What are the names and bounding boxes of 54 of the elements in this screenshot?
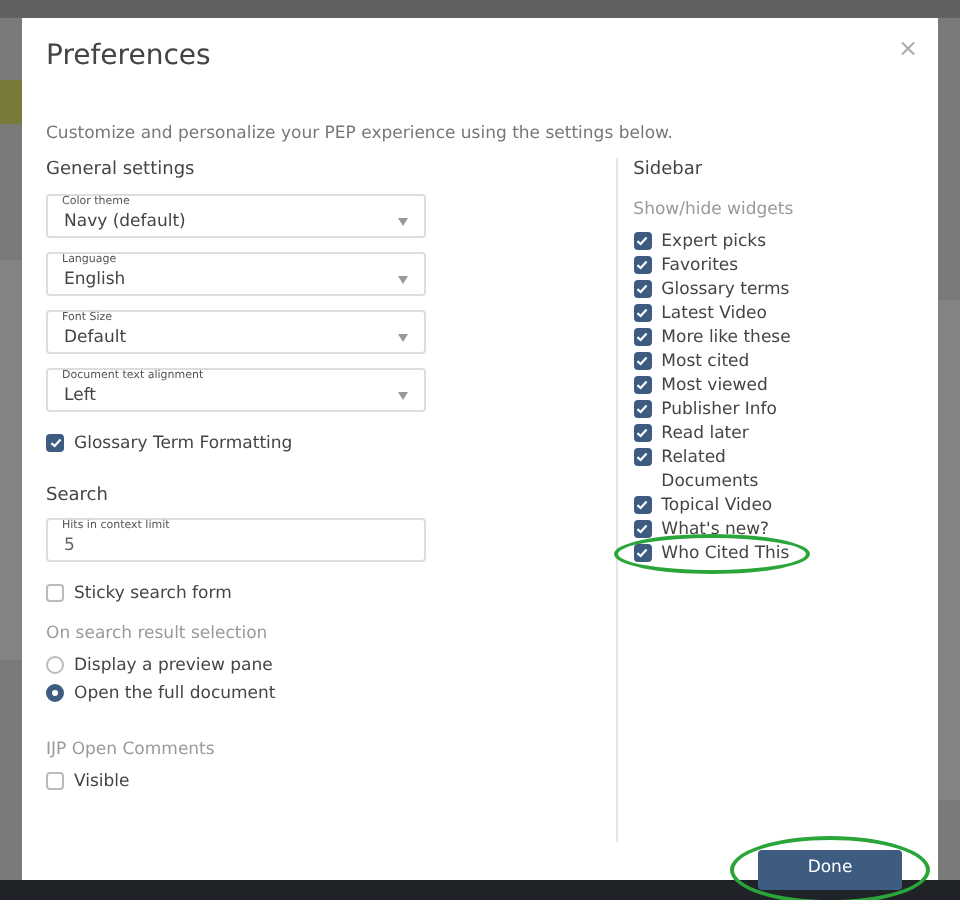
section-subheading: Show/hide widgets	[633, 197, 796, 221]
checkbox-label[interactable]: Expert picks	[661, 229, 767, 253]
checkbox[interactable]	[633, 520, 652, 538]
radio-button[interactable]	[46, 656, 64, 674]
checkbox[interactable]	[633, 352, 652, 370]
checkbox[interactable]	[46, 434, 64, 452]
checkbox-label[interactable]: Read later	[661, 421, 749, 445]
section-subheading: IJP Open Comments	[46, 737, 217, 761]
section-heading: General settings	[46, 157, 197, 181]
dialog-description: Customize and personalize your PEP experience using the settings below.	[46, 121, 675, 145]
checkbox[interactable]	[633, 256, 652, 274]
select-value: Navy (default)	[64, 210, 186, 234]
field-value: 5	[64, 534, 75, 558]
checkbox-label[interactable]: More like these	[661, 325, 791, 349]
checkbox-label[interactable]: Glossary Term Formatting	[74, 431, 293, 455]
checkbox-label[interactable]: Latest Video	[661, 301, 767, 325]
radio-label[interactable]: Open the full document	[74, 681, 276, 705]
checkbox-label[interactable]: Topical Video	[661, 493, 773, 517]
checkbox[interactable]	[633, 304, 652, 322]
caret-icon	[398, 218, 408, 226]
checkbox-label[interactable]: What's new?	[661, 517, 770, 541]
checkbox-label[interactable]: Visible	[74, 769, 130, 793]
checkbox[interactable]	[46, 772, 64, 790]
checkbox-label[interactable]: Publisher Info	[661, 397, 777, 421]
checkbox-label[interactable]: Favorites	[661, 253, 739, 277]
section-heading: Sidebar	[633, 157, 705, 181]
checkbox-label[interactable]: Glossary terms	[661, 277, 790, 301]
checkbox[interactable]	[633, 280, 652, 298]
checkbox-label[interactable]: Related Documents	[661, 445, 818, 493]
checkbox[interactable]	[633, 544, 652, 562]
caret-icon	[398, 334, 408, 342]
radio-button[interactable]	[46, 684, 64, 702]
checkbox[interactable]	[46, 584, 64, 602]
checkbox[interactable]	[633, 448, 652, 466]
done-button[interactable]: Done	[758, 849, 902, 889]
radio-label[interactable]: Display a preview pane	[74, 653, 273, 677]
checkbox-label[interactable]: Most cited	[661, 349, 750, 373]
checkbox[interactable]	[633, 232, 652, 250]
caret-icon	[398, 392, 408, 400]
section-subheading: On search result selection	[46, 621, 270, 645]
checkbox[interactable]	[633, 376, 652, 394]
checkbox[interactable]	[633, 328, 652, 346]
checkbox[interactable]	[633, 400, 652, 418]
checkbox-label[interactable]: Sticky search form	[74, 581, 232, 605]
caret-icon	[398, 276, 408, 284]
checkbox-label[interactable]: Most viewed	[661, 373, 768, 397]
select-value: English	[64, 268, 126, 292]
checkbox[interactable]	[633, 496, 652, 514]
dialog-title: Preferences	[46, 38, 211, 74]
checkbox[interactable]	[633, 424, 652, 442]
checkbox-label[interactable]: Who Cited This	[661, 541, 790, 565]
select-value: Left	[64, 384, 96, 408]
section-heading: Search	[46, 483, 110, 507]
select-value: Default	[64, 326, 127, 350]
